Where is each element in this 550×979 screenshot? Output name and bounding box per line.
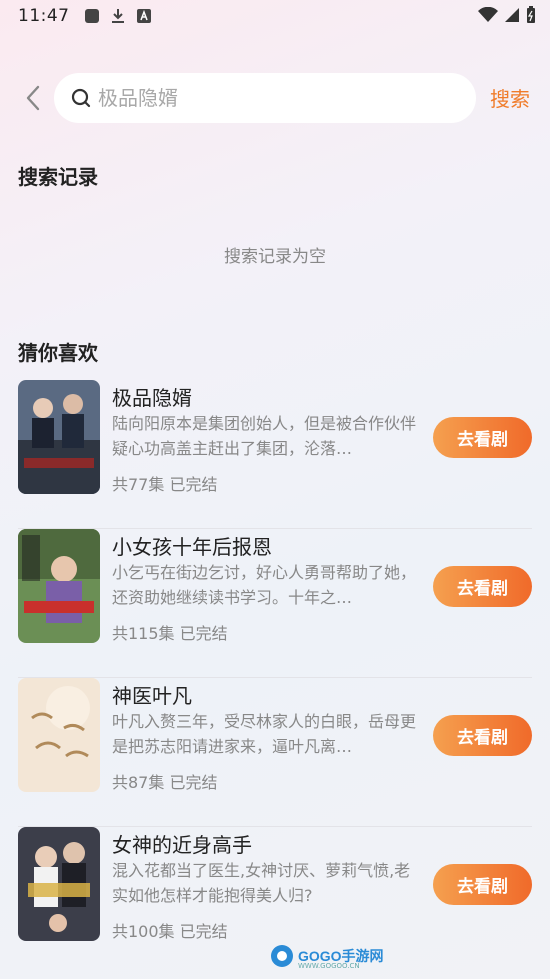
drama-item[interactable]: 极品隐婿 陆向阳原本是集团创始人，但是被合作伙伴疑心功高盖主赶出了集团，沦落… … (18, 380, 532, 529)
drama-title: 极品隐婿 (112, 386, 192, 410)
drama-description: 小乞丐在街边乞讨，好心人勇哥帮助了她，还资助她继续读书学习。十年之… (112, 563, 416, 607)
watch-button[interactable]: 去看剧 (433, 864, 532, 905)
drama-description: 叶凡入赘三年，受尽林家人的白眼，岳母更是把苏志阳请进家来，逼叶凡离… (112, 712, 416, 756)
drama-episode-info: 共115集 已完结 (112, 624, 228, 643)
drama-title: 神医叶凡 (112, 684, 192, 708)
drama-episode-info: 共77集 已完结 (112, 475, 218, 494)
watch-button[interactable]: 去看剧 (433, 417, 532, 458)
back-arrow-icon[interactable] (22, 84, 46, 112)
drama-episode-info: 共100集 已完结 (112, 922, 228, 941)
gogo-logo-icon (271, 945, 293, 967)
battery-icon (527, 6, 535, 23)
drama-cover[interactable] (18, 529, 100, 643)
drama-cover[interactable] (18, 678, 100, 792)
status-notification-icons (84, 8, 152, 24)
drama-title: 小女孩十年后报恩 (112, 535, 272, 559)
drama-cover[interactable] (18, 827, 100, 941)
text-a-icon (136, 9, 151, 23)
drama-description: 陆向阳原本是集团创始人，但是被合作伙伴疑心功高盖主赶出了集团，沦落… (112, 414, 416, 458)
watermark-subtext: WWW.GOGOO.CN (298, 962, 360, 970)
search-history-title: 搜索记录 (18, 165, 98, 189)
status-time: 11:47 (18, 6, 70, 26)
drama-episode-info: 共87集 已完结 (112, 773, 218, 792)
download-icon (111, 9, 124, 23)
signal-icon (505, 8, 519, 22)
drama-item[interactable]: 神医叶凡 叶凡入赘三年，受尽林家人的白眼，岳母更是把苏志阳请进家来，逼叶凡离… … (18, 678, 532, 827)
app-square-icon (84, 9, 99, 23)
search-box[interactable] (54, 73, 476, 123)
drama-description: 混入花都当了医生,女神讨厌、萝莉气愤,老实如他怎样才能抱得美人归? (112, 861, 411, 905)
watermark-logo: GOGO手游网 WWW.GOGOO.CN (270, 944, 384, 970)
recommend-list: 极品隐婿 陆向阳原本是集团创始人，但是被合作伙伴疑心功高盖主赶出了集团，沦落… … (18, 380, 532, 976)
wifi-icon (478, 7, 498, 22)
search-button[interactable]: 搜索 (490, 83, 530, 112)
drama-cover[interactable] (18, 380, 100, 494)
status-system-icons (478, 6, 536, 24)
drama-item[interactable]: 小女孩十年后报恩 小乞丐在街边乞讨，好心人勇哥帮助了她，还资助她继续读书学习。十… (18, 529, 532, 678)
drama-title: 女神的近身高手 (112, 833, 252, 857)
watch-button[interactable]: 去看剧 (433, 715, 532, 756)
search-icon (71, 88, 91, 108)
search-input[interactable] (98, 86, 438, 110)
watch-button[interactable]: 去看剧 (433, 566, 532, 607)
recommend-title: 猜你喜欢 (18, 341, 98, 365)
search-history-empty: 搜索记录为空 (224, 247, 326, 267)
search-row: 搜索 (0, 73, 550, 123)
status-bar: 11:47 (0, 0, 550, 32)
